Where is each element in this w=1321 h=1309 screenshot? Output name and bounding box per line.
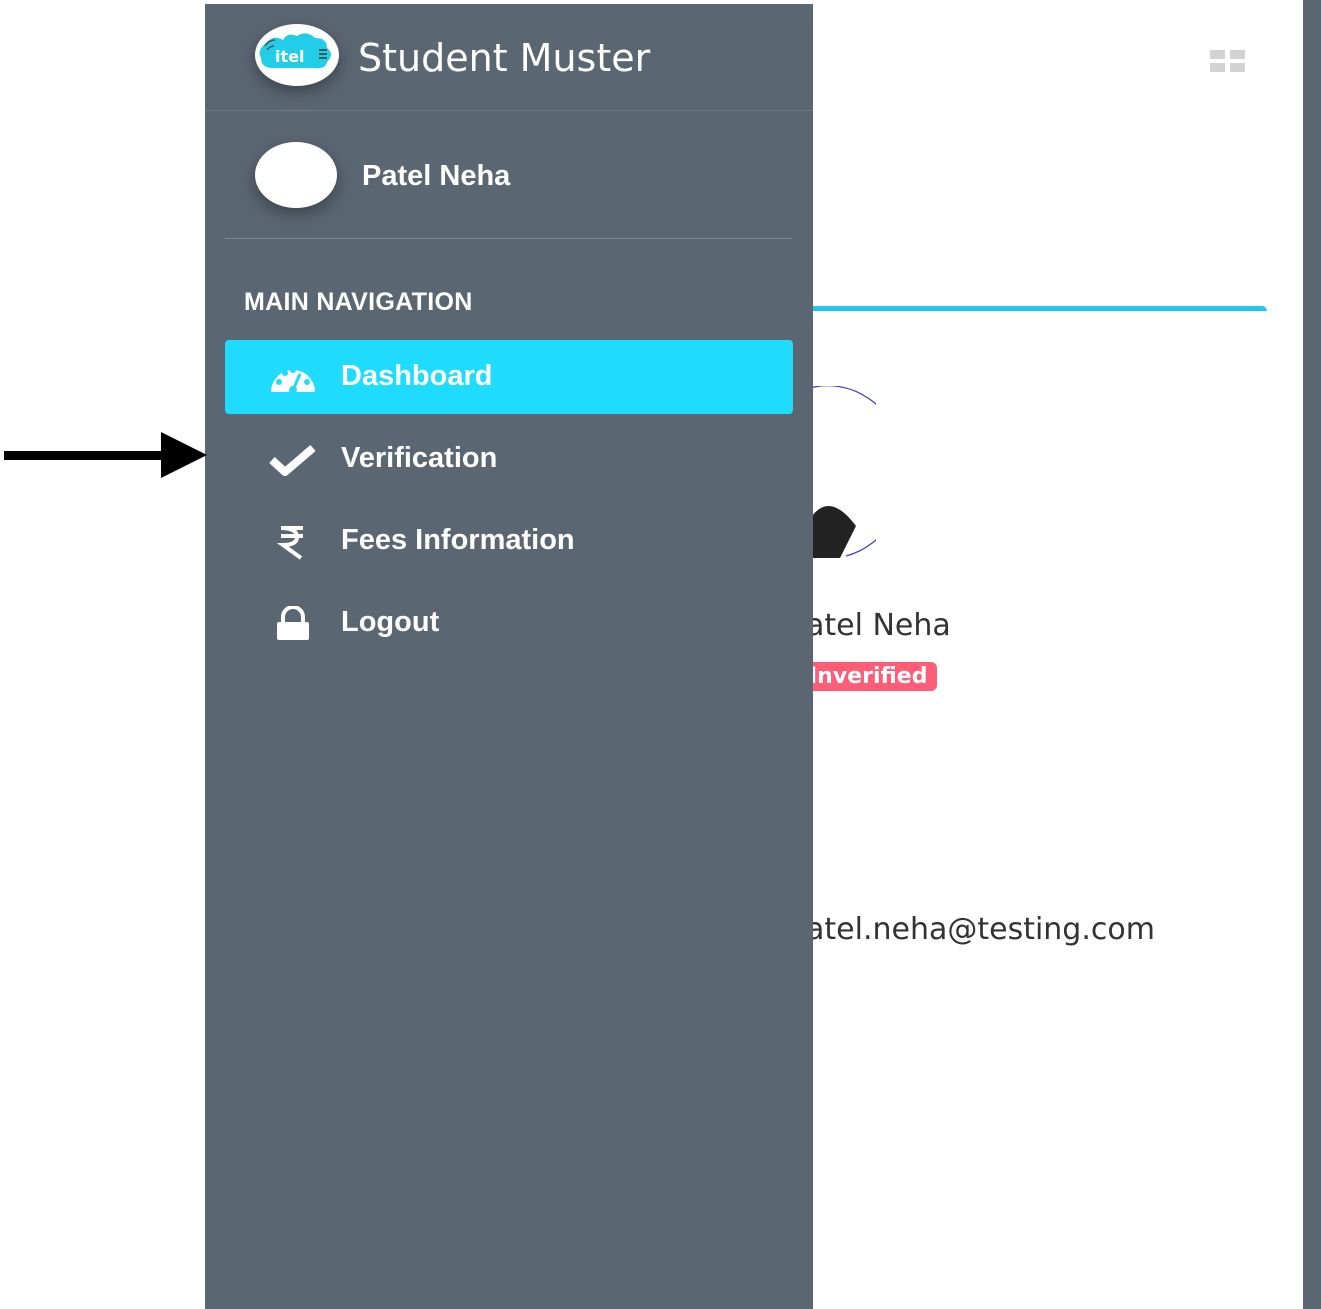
nav-section-header: MAIN NAVIGATION [244, 288, 473, 316]
user-panel: Patel Neha [225, 110, 793, 239]
sidebar-item-fees-information[interactable]: Fees Information [225, 504, 793, 578]
brand-logo-icon: itel [255, 24, 339, 86]
sidebar-item-verification[interactable]: Verification [225, 422, 793, 496]
rupee-icon [276, 526, 303, 560]
sidebar-brand[interactable]: itel Student Muster [205, 4, 813, 111]
grid-menu-icon[interactable] [1210, 50, 1246, 72]
dashboard-gauge-icon [271, 367, 315, 394]
sidebar-item-label: Dashboard [341, 360, 493, 392]
status-badge: Inverified [795, 662, 938, 691]
lock-icon [277, 606, 309, 640]
sidebar-item-label: Fees Information [341, 524, 575, 556]
profile-card-accent [805, 306, 1267, 311]
profile-name: atel Neha [806, 608, 951, 643]
sidebar-item-label: Logout [341, 606, 440, 638]
right-edge-panel [1303, 0, 1321, 1309]
annotation-arrow-icon [4, 432, 207, 478]
profile-email: atel.neha@testing.com [806, 912, 1155, 947]
checkmark-icon [269, 444, 316, 476]
sidebar: itel Student Muster Patel Neha MAIN NAVI… [205, 4, 813, 1309]
sidebar-item-dashboard[interactable]: Dashboard [225, 340, 793, 414]
sidebar-item-label: Verification [341, 442, 498, 474]
svg-text:itel: itel [275, 47, 304, 66]
sidebar-item-logout[interactable]: Logout [225, 586, 793, 660]
avatar[interactable] [255, 142, 337, 208]
user-name: Patel Neha [362, 160, 511, 192]
app-title: Student Muster [358, 36, 651, 80]
